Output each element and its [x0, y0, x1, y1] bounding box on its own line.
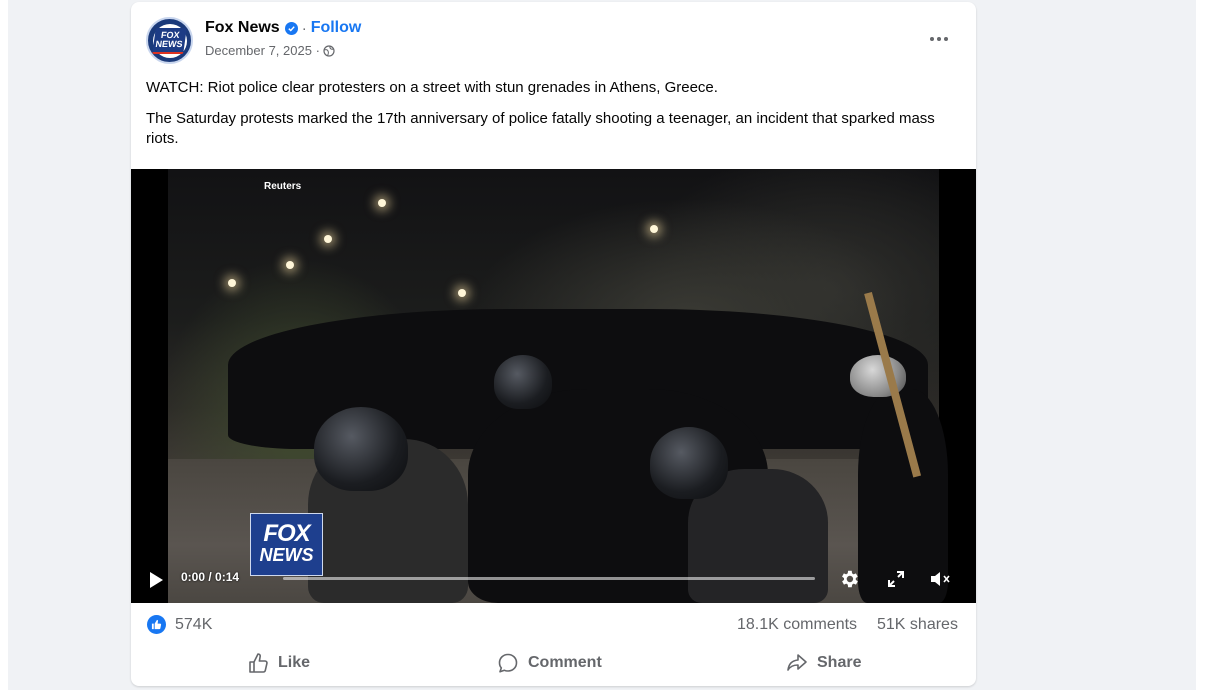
reactions-count[interactable]: 574K [175, 616, 212, 634]
current-time: 0:00 [181, 570, 206, 584]
thumbs-up-icon [249, 653, 268, 673]
helmet [650, 427, 728, 499]
progress-track[interactable] [283, 577, 815, 580]
more-options-icon[interactable] [922, 28, 956, 50]
video-player[interactable]: Reuters FOX NEWS 0:00 / 0:14 [131, 169, 976, 603]
avatar-logo-circle: FOX NEWS [152, 23, 187, 58]
page-name-link[interactable]: Fox News [205, 19, 280, 37]
bug-line1: FOX [263, 520, 310, 547]
post-card: FOX NEWS Fox News · Follow December 7, 20… [131, 2, 976, 686]
share-label: Share [817, 654, 862, 671]
video-frame: Reuters FOX NEWS [168, 169, 948, 603]
like-label: Like [278, 654, 311, 671]
engagement-stats: 574K 18.1K comments 51K shares [131, 609, 976, 639]
play-icon[interactable] [150, 572, 163, 588]
post-caption-body: The Saturday protests marked the 17th an… [146, 110, 935, 147]
like-reaction-icon[interactable] [147, 615, 166, 634]
post-date-link[interactable]: December 7, 2025 · [205, 43, 320, 58]
street-light [286, 261, 294, 269]
post-actions: Like Comment Share [131, 644, 976, 682]
comment-button[interactable]: Comment [497, 644, 602, 682]
street-light [458, 289, 466, 297]
street-light [650, 225, 658, 233]
page-left-edge [0, 0, 8, 690]
share-button[interactable]: Share [786, 644, 861, 682]
comments-count[interactable]: 18.1K comments [737, 616, 857, 634]
shares-count[interactable]: 51K shares [877, 616, 958, 634]
muted-speaker-icon[interactable] [928, 567, 954, 591]
follow-button[interactable]: Follow [311, 19, 362, 37]
comment-label: Comment [528, 654, 602, 671]
like-button[interactable]: Like [247, 644, 310, 682]
street-light [378, 199, 386, 207]
fullscreen-icon[interactable] [886, 569, 906, 589]
verified-badge-icon [284, 21, 298, 35]
post-header: FOX NEWS Fox News · Follow December 7, 20… [131, 2, 976, 72]
post-meta: December 7, 2025 · [205, 43, 335, 58]
name-row: Fox News · Follow [205, 18, 361, 38]
helmet [314, 407, 408, 491]
fox-news-logo: FOX NEWS [152, 27, 187, 54]
share-arrow-icon [787, 654, 807, 671]
street-light [324, 235, 332, 243]
duration: / 0:14 [208, 570, 240, 584]
reuters-watermark: Reuters [264, 181, 302, 192]
settings-gear-icon[interactable] [838, 568, 860, 590]
page-right-edge [1196, 0, 1208, 690]
video-time: 0:00 / 0:14 [181, 570, 239, 584]
post-caption-headline: WATCH: Riot police clear protesters on a… [146, 79, 718, 96]
helmet [494, 355, 552, 409]
street-light [228, 279, 236, 287]
separator-dot: · [301, 19, 307, 37]
comment-bubble-icon [498, 653, 518, 673]
page-avatar[interactable]: FOX NEWS [146, 17, 193, 64]
video-controls: 0:00 / 0:14 [131, 561, 976, 597]
globe-icon [323, 44, 335, 57]
